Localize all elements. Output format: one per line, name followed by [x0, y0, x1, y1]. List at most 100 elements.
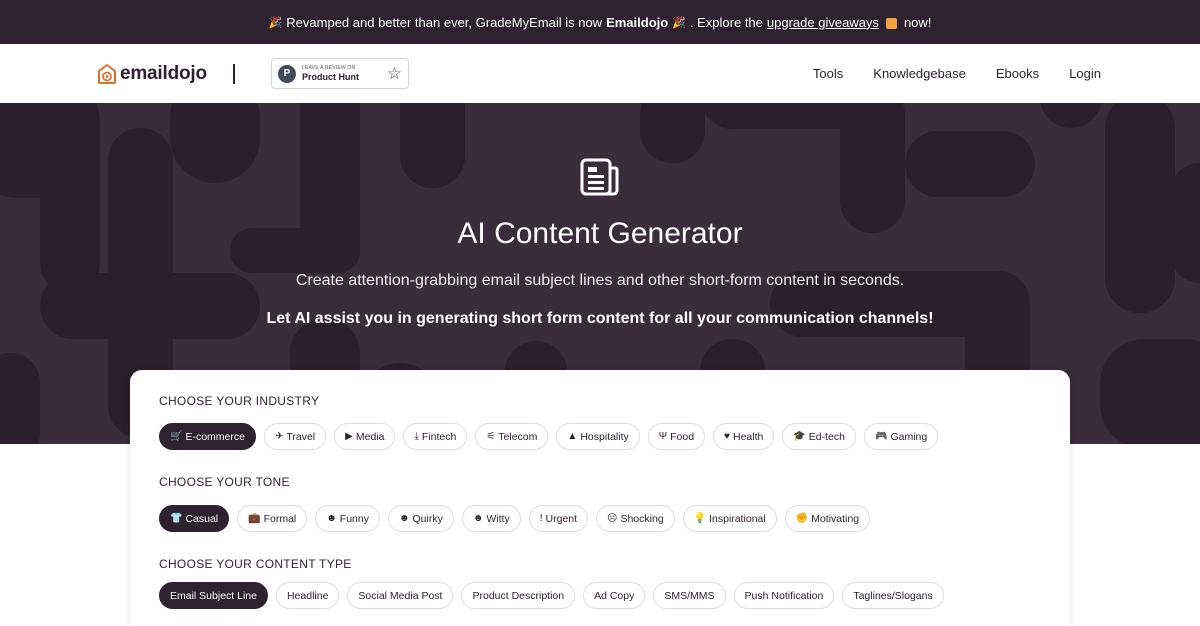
industry-chip-hospitality[interactable]: ▲ Hospitality [556, 423, 640, 450]
main-nav: Tools Knowledgebase Ebooks Login [813, 44, 1101, 103]
industry-chip-label: Gaming [890, 430, 928, 443]
hero-tagline: Let AI assist you in generating short fo… [266, 310, 934, 327]
announcement-text-2: . Explore the [689, 14, 763, 30]
product-hunt-small-text: LEAVE A REVIEW ON [302, 64, 356, 71]
star-icon: ☆ [386, 64, 402, 83]
page-title: AI Content Generator [457, 217, 743, 250]
tone-chip-label: Funny [339, 512, 369, 525]
industry-chip-gaming[interactable]: 🎮 Gaming [863, 423, 939, 450]
tone-chip-casual[interactable]: 👕 Casual [159, 505, 230, 532]
generator-card: CHOOSE YOUR INDUSTRY 🛒 E-commerce ✈ Travel ▶… [130, 370, 1070, 626]
announcement-text-3: now! [903, 14, 932, 30]
product-hunt-label: Product Hunt [302, 71, 359, 82]
content-type-chip-label: Taglines/Slogans [853, 589, 933, 602]
industry-chip-telecom[interactable]: ⚟ Telecom [475, 423, 549, 450]
tone-chip-label: Quirky [412, 512, 443, 525]
logo-mark-icon [98, 64, 116, 84]
nav-login[interactable]: Login [1069, 66, 1101, 81]
industry-chip-label: Telecom [498, 430, 538, 443]
tone-chip-quirky[interactable]: ☻ Quirky [387, 505, 454, 532]
industry-chip-food[interactable]: Ψ Food [647, 423, 706, 450]
header-divider [233, 64, 235, 84]
tshirt-icon: 👕 [170, 512, 183, 524]
industry-chip-health[interactable]: ♥ Health [713, 423, 775, 450]
content-type-chip-label: Headline [286, 589, 329, 602]
industry-chip-label: Ed-tech [808, 430, 845, 443]
tone-chip-label: Formal [263, 512, 297, 525]
announcement-bar: 🎉 Revamped and better than ever, GradeMy… [0, 0, 1200, 44]
gamepad-icon: 🎮 [874, 430, 888, 442]
bell-icon: ▲ [567, 430, 578, 442]
tone-chip-label: Witty [486, 512, 510, 525]
industry-chip-ed-tech[interactable]: 🎓 Ed-tech [782, 423, 856, 450]
logo[interactable]: emaildojo [98, 63, 207, 85]
nav-knowledgebase[interactable]: Knowledgebase [873, 66, 966, 81]
content-type-options: Email Subject Line Headline Social Media P… [159, 582, 944, 609]
content-type-chip-social-media-post[interactable]: Social Media Post [347, 582, 454, 609]
tone-chip-urgent[interactable]: ! Urgent [528, 505, 589, 532]
product-hunt-text: LEAVE A REVIEW ON Product Hunt [302, 64, 359, 82]
announcement-text: Revamped and better than ever, GradeMyEm… [286, 14, 603, 30]
grad-cap-icon: 🎓 [793, 430, 806, 442]
newspaper-icon [579, 156, 621, 203]
nav-tools[interactable]: Tools [813, 66, 843, 81]
tone-chip-witty[interactable]: ☻ Witty [461, 505, 521, 532]
party-popper-icon: 🎉 [672, 16, 686, 29]
industry-chip-label: E-commerce [185, 430, 245, 443]
party-popper-icon: 🎉 [268, 16, 283, 29]
tone-chip-inspirational[interactable]: 💡 Inspirational [682, 505, 777, 532]
upgrade-giveaways-link[interactable]: upgrade giveaways [767, 15, 879, 30]
content-type-chip-sms-mms[interactable]: SMS/MMS [653, 582, 726, 609]
tone-chip-label: Shocking [620, 512, 664, 525]
industry-label: CHOOSE YOUR INDUSTRY [159, 394, 320, 408]
gift-icon [885, 17, 897, 29]
content-type-chip-label: SMS/MMS [664, 589, 715, 602]
laugh-icon: ☻ [326, 512, 337, 524]
announcement-brand: Emaildojo [606, 14, 669, 30]
content-type-chip-taglines-slogans[interactable]: Taglines/Slogans [842, 582, 944, 609]
content-type-chip-push-notification[interactable]: Push Notification [733, 582, 835, 609]
site-header: emaildojo P LEAVE A REVIEW ON Product Hu… [0, 44, 1200, 103]
industry-chip-fintech[interactable]: ⤓ Fintech [403, 423, 468, 450]
tone-chip-shocking[interactable]: ☹ Shocking [596, 505, 675, 532]
content-type-chip-product-description[interactable]: Product Description [461, 582, 576, 609]
content-type-label: CHOOSE YOUR CONTENT TYPE [159, 557, 352, 571]
industry-chip-label: Travel [286, 430, 316, 443]
industry-chip-label: Media [355, 430, 385, 443]
tone-chip-motivating[interactable]: ✊ Motivating [784, 505, 871, 532]
fist-icon: ✊ [795, 512, 809, 524]
surprise-icon: ☹ [607, 512, 618, 524]
content-type-chip-ad-copy[interactable]: Ad Copy [583, 582, 646, 609]
content-type-chip-headline[interactable]: Headline [275, 582, 340, 609]
tone-chip-label: Casual [185, 512, 219, 525]
plane-icon: ✈ [274, 430, 284, 442]
tone-chip-formal[interactable]: 💼 Formal [237, 505, 308, 532]
satellite-icon: ⚟ [486, 430, 496, 442]
tone-options: 👕 Casual 💼 Formal ☻ Funny ☻ Quirky ☻ Witty! Urgent… [159, 505, 871, 532]
tone-chip-label: Urgent [545, 512, 578, 525]
product-hunt-badge[interactable]: P LEAVE A REVIEW ON Product Hunt ☆ [271, 58, 409, 89]
nav-ebooks[interactable]: Ebooks [996, 66, 1039, 81]
logo-text: emaildojo [120, 63, 207, 84]
content-type-chip-label: Social Media Post [358, 589, 443, 602]
industry-options: 🛒 E-commerce ✈ Travel ▶ Media ⤓ Fintech ⚟ Telecom… [159, 423, 939, 450]
play-icon: ▶ [345, 430, 353, 442]
utensils-icon: Ψ [658, 430, 668, 442]
briefcase-icon: 💼 [248, 512, 261, 524]
product-hunt-icon: P [278, 64, 296, 83]
industry-chip-label: Health [732, 430, 764, 443]
hero-subtitle: Create attention-grabbing email subject … [295, 272, 905, 289]
tone-chip-label: Motivating [811, 512, 860, 525]
lightbulb-icon: 💡 [693, 512, 707, 524]
smile-icon: ☻ [472, 512, 484, 524]
content-type-chip-label: Product Description [472, 589, 565, 602]
industry-chip-e-commerce[interactable]: 🛒 E-commerce [159, 423, 256, 450]
industry-chip-travel[interactable]: ✈ Travel [263, 423, 327, 450]
content-type-chip-label: Ad Copy [594, 589, 635, 602]
content-type-chip-label: Push Notification [744, 589, 824, 602]
industry-chip-media[interactable]: ▶ Media [334, 423, 396, 450]
tone-chip-label: Inspirational [709, 512, 766, 525]
tone-chip-funny[interactable]: ☻ Funny [315, 505, 380, 532]
industry-chip-label: Food [670, 430, 695, 443]
content-type-chip-email-subject-line[interactable]: Email Subject Line [159, 582, 268, 609]
